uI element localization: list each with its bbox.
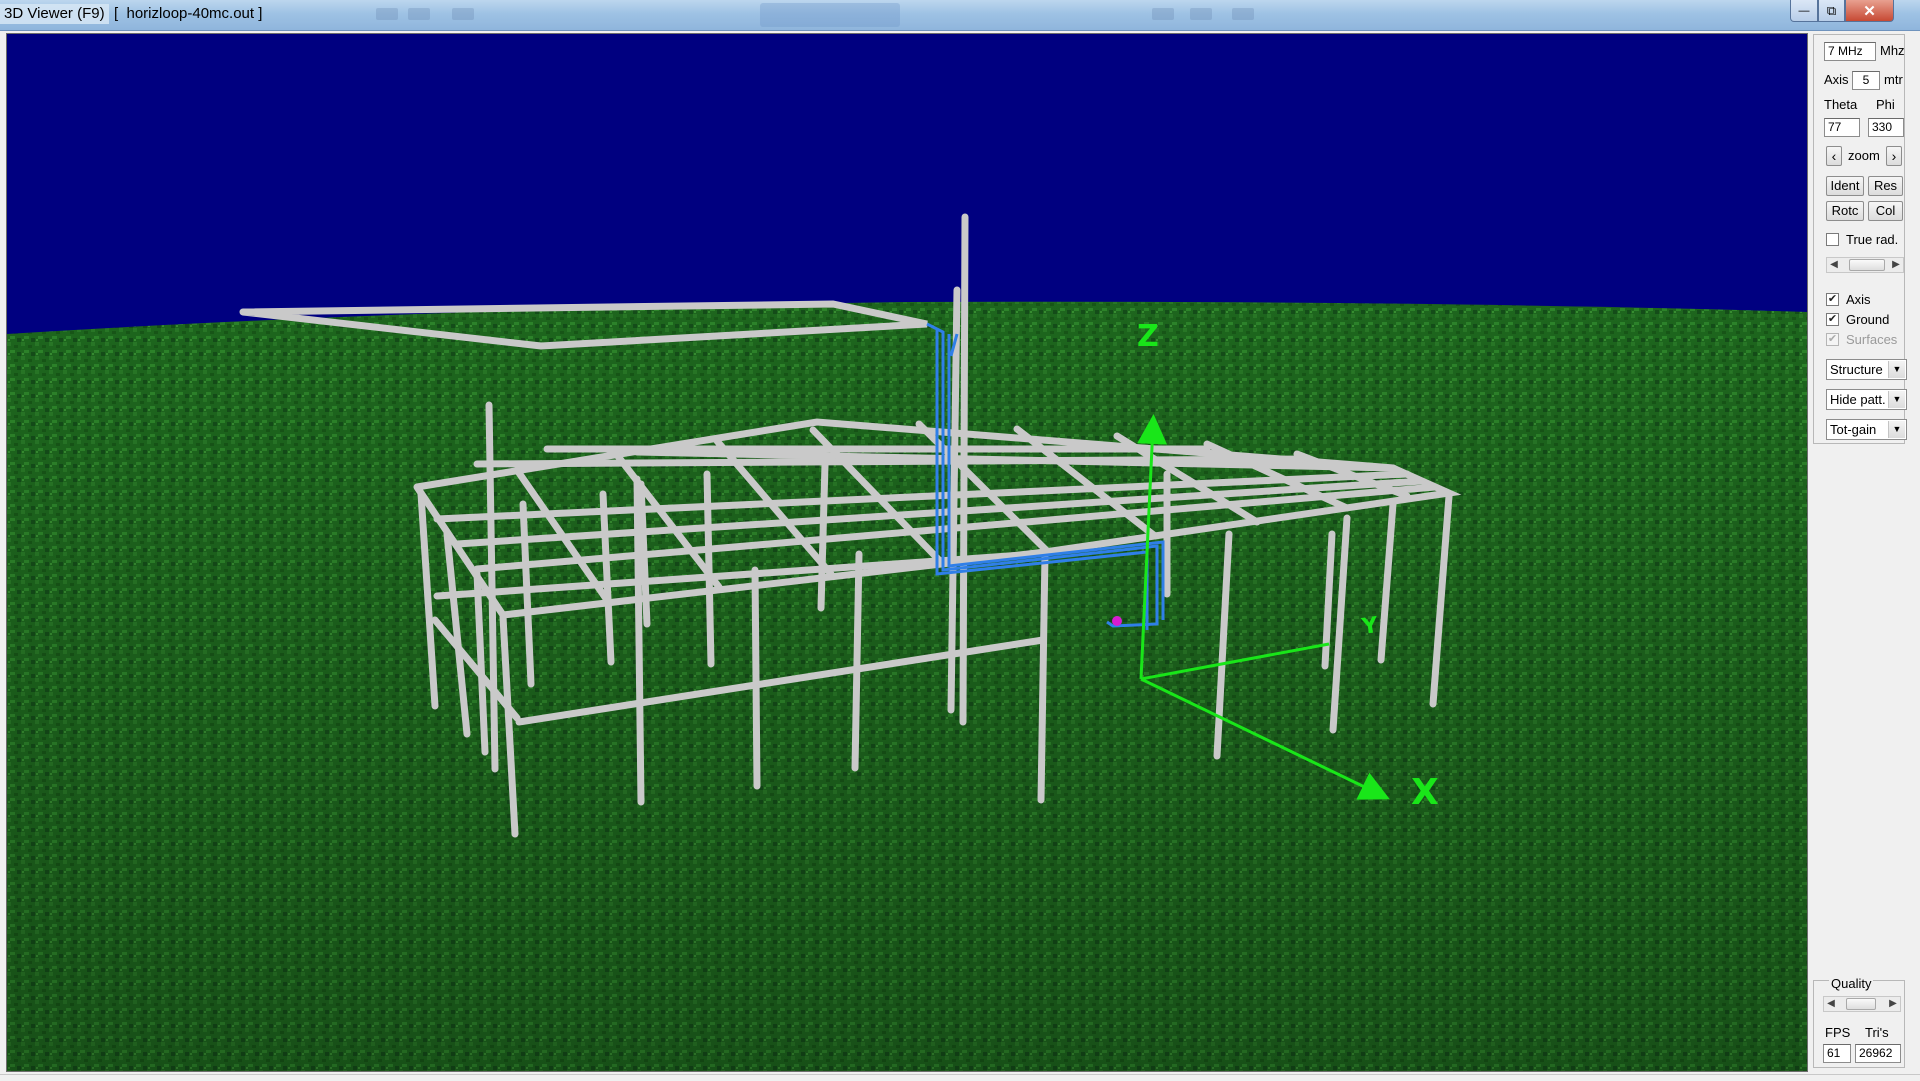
x-axis-label: X bbox=[1411, 772, 1439, 813]
close-icon: ✕ bbox=[1863, 2, 1876, 20]
title-bar[interactable]: 3D Viewer (F9) [ horizloop-40mc.out ] — … bbox=[0, 0, 1920, 31]
slider-left-arrow-icon[interactable]: ◀ bbox=[1827, 258, 1841, 272]
window-file-name: [ horizloop-40mc.out ] bbox=[114, 5, 263, 22]
slider-thumb[interactable] bbox=[1849, 259, 1885, 271]
rotc-button[interactable]: Rotc bbox=[1826, 201, 1864, 221]
maximize-button[interactable]: ⧉ bbox=[1818, 0, 1845, 22]
frequency-unit: Mhz bbox=[1880, 43, 1905, 58]
slider-thumb[interactable] bbox=[1846, 998, 1876, 1010]
pattern-select[interactable]: Hide patt. ▼ bbox=[1826, 389, 1907, 410]
ground-checkbox[interactable]: ✔ bbox=[1826, 313, 1839, 326]
res-button[interactable]: Res bbox=[1868, 176, 1903, 196]
chevron-down-icon: ▼ bbox=[1888, 391, 1905, 408]
col-button[interactable]: Col bbox=[1868, 201, 1903, 221]
background-window-button bbox=[452, 8, 474, 20]
feed-point bbox=[1112, 616, 1122, 626]
pattern-value: Hide patt. bbox=[1830, 392, 1886, 407]
3d-scene[interactable]: Z X Y bbox=[7, 34, 1807, 1071]
minimize-button[interactable]: — bbox=[1790, 0, 1818, 22]
z-axis-label: Z bbox=[1137, 319, 1159, 354]
zoom-label: zoom bbox=[1848, 148, 1880, 163]
true-rad-label: True rad. bbox=[1846, 232, 1899, 247]
ident-button[interactable]: Ident bbox=[1826, 176, 1864, 196]
ground-shading bbox=[7, 301, 1807, 1071]
theta-label: Theta bbox=[1824, 97, 1858, 112]
view-mode-select[interactable]: Structure ▼ bbox=[1826, 359, 1907, 380]
fps-value: 61 bbox=[1823, 1044, 1851, 1063]
tris-label: Tri's bbox=[1865, 1025, 1889, 1040]
phi-input[interactable]: 330 bbox=[1868, 118, 1904, 137]
chevron-down-icon: ▼ bbox=[1888, 361, 1905, 378]
control-panel: 7 MHz Mhz Axis 5 mtr Theta Phi 77 330 ‹ … bbox=[1813, 34, 1907, 444]
quality-panel: Quality ◀ ▶ FPS Tri's 61 26962 bbox=[1813, 976, 1905, 1068]
quality-slider[interactable]: ◀ ▶ bbox=[1823, 996, 1901, 1012]
view-mode-value: Structure bbox=[1830, 362, 1883, 377]
leg bbox=[1037, 550, 1049, 804]
slider-right-arrow-icon[interactable]: ▶ bbox=[1886, 997, 1900, 1011]
chevron-down-icon: ▼ bbox=[1888, 421, 1905, 438]
axis-checkbox[interactable]: ✔ bbox=[1826, 293, 1839, 306]
surfaces-checkbox: ✔ bbox=[1826, 333, 1839, 346]
window-title: 3D Viewer (F9) bbox=[0, 4, 109, 24]
close-button[interactable]: ✕ bbox=[1845, 0, 1894, 22]
phi-label: Phi bbox=[1876, 97, 1895, 112]
axis-length-label: Axis bbox=[1824, 72, 1849, 87]
background-window-tab bbox=[760, 3, 900, 27]
background-window-button bbox=[1152, 8, 1174, 20]
true-rad-checkbox[interactable] bbox=[1826, 233, 1839, 246]
zoom-in-button[interactable]: › bbox=[1886, 146, 1902, 166]
axis-checkbox-label: Axis bbox=[1846, 292, 1871, 307]
gain-value: Tot-gain bbox=[1830, 422, 1877, 437]
axis-length-input[interactable]: 5 bbox=[1852, 71, 1880, 90]
leg bbox=[703, 470, 715, 668]
background-window-button bbox=[376, 8, 398, 20]
minimize-icon: — bbox=[1798, 4, 1810, 17]
maximize-icon: ⧉ bbox=[1826, 2, 1837, 18]
background-window-button bbox=[1232, 8, 1254, 20]
leg bbox=[751, 566, 761, 790]
slider-right-arrow-icon[interactable]: ▶ bbox=[1889, 258, 1903, 272]
leg bbox=[817, 460, 829, 612]
background-window-button bbox=[408, 8, 430, 20]
radius-slider[interactable]: ◀ ▶ bbox=[1826, 257, 1904, 273]
background-window-button bbox=[1190, 8, 1212, 20]
surfaces-checkbox-label: Surfaces bbox=[1846, 332, 1898, 347]
gain-select[interactable]: Tot-gain ▼ bbox=[1826, 419, 1907, 440]
tris-value: 26962 bbox=[1855, 1044, 1901, 1063]
frequency-input[interactable]: 7 MHz bbox=[1824, 42, 1876, 61]
theta-input[interactable]: 77 bbox=[1824, 118, 1860, 137]
leg bbox=[851, 550, 863, 772]
slider-left-arrow-icon[interactable]: ◀ bbox=[1824, 997, 1838, 1011]
roof-beam bbox=[473, 455, 1311, 468]
quality-label: Quality bbox=[1829, 976, 1874, 991]
zoom-out-button[interactable]: ‹ bbox=[1826, 146, 1842, 166]
fps-label: FPS bbox=[1825, 1025, 1851, 1040]
3d-viewport[interactable]: Z X Y bbox=[6, 33, 1808, 1072]
ground-checkbox-label: Ground bbox=[1846, 312, 1890, 327]
axis-length-unit: mtr bbox=[1884, 72, 1903, 87]
